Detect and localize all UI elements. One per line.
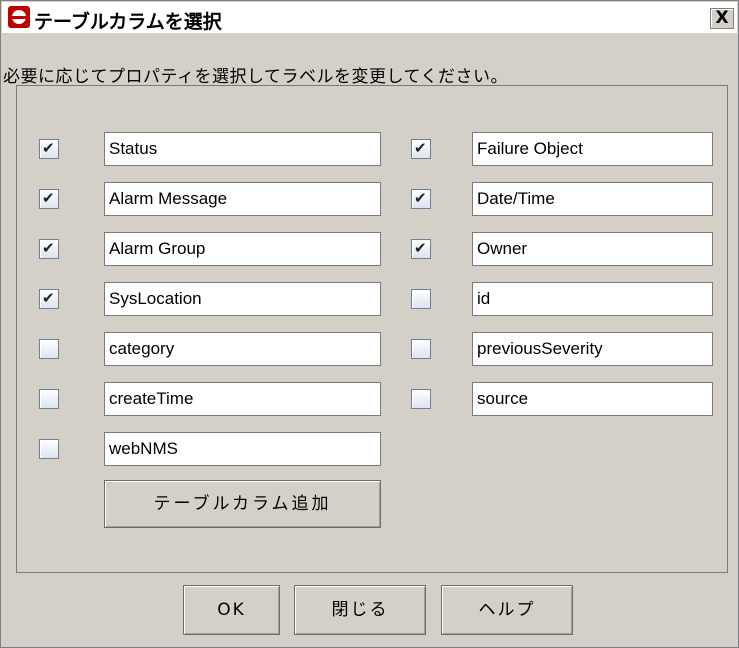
dialog-window: テーブルカラムを選択 X 必要に応じてプロパティを選択してラベルを変更してくださ… <box>0 0 739 648</box>
column-label-field[interactable]: createTime <box>104 382 381 416</box>
column-row: Failure Object <box>411 132 713 166</box>
column-row: webNMS <box>39 432 381 466</box>
column-checkbox[interactable] <box>411 239 431 259</box>
column-row: source <box>411 382 713 416</box>
column-checkbox[interactable] <box>39 139 59 159</box>
add-table-column-button[interactable]: テーブルカラム追加 <box>104 480 381 528</box>
column-label-field[interactable]: Failure Object <box>472 132 713 166</box>
column-checkbox[interactable] <box>411 289 431 309</box>
column-label-field[interactable]: previousSeverity <box>472 332 713 366</box>
column-row: category <box>39 332 381 366</box>
column-label-field[interactable]: source <box>472 382 713 416</box>
column-label-field[interactable]: id <box>472 282 713 316</box>
column-label-field[interactable]: Alarm Group <box>104 232 381 266</box>
column-checkbox[interactable] <box>411 189 431 209</box>
column-checkbox[interactable] <box>411 339 431 359</box>
column-row: SysLocation <box>39 282 381 316</box>
column-row: Alarm Group <box>39 232 381 266</box>
window-title: テーブルカラムを選択 <box>34 11 222 33</box>
column-checkbox[interactable] <box>39 289 59 309</box>
column-row: createTime <box>39 382 381 416</box>
column-label-field[interactable]: Owner <box>472 232 713 266</box>
instruction-text: 必要に応じてプロパティを選択してラベルを変更してください。 <box>3 67 508 87</box>
column-row: Owner <box>411 232 713 266</box>
app-logo-icon <box>8 6 30 28</box>
column-checkbox[interactable] <box>39 389 59 409</box>
column-row: Date/Time <box>411 182 713 216</box>
column-checkbox[interactable] <box>39 339 59 359</box>
column-checkbox[interactable] <box>411 139 431 159</box>
column-label-field[interactable]: SysLocation <box>104 282 381 316</box>
column-checkbox[interactable] <box>39 439 59 459</box>
column-row: Status <box>39 132 381 166</box>
column-row: previousSeverity <box>411 332 713 366</box>
close-button[interactable]: X <box>710 8 734 29</box>
ok-button[interactable]: OK <box>183 585 280 635</box>
column-label-field[interactable]: webNMS <box>104 432 381 466</box>
column-label-field[interactable]: category <box>104 332 381 366</box>
close-dialog-button[interactable]: 閉じる <box>294 585 426 635</box>
column-checkbox[interactable] <box>411 389 431 409</box>
title-bar[interactable]: テーブルカラムを選択 X <box>2 2 737 33</box>
column-label-field[interactable]: Alarm Message <box>104 182 381 216</box>
column-label-field[interactable]: Date/Time <box>472 182 713 216</box>
column-checkbox[interactable] <box>39 239 59 259</box>
column-row: Alarm Message <box>39 182 381 216</box>
column-row: id <box>411 282 713 316</box>
help-button[interactable]: ヘルプ <box>441 585 573 635</box>
column-label-field[interactable]: Status <box>104 132 381 166</box>
column-checkbox[interactable] <box>39 189 59 209</box>
